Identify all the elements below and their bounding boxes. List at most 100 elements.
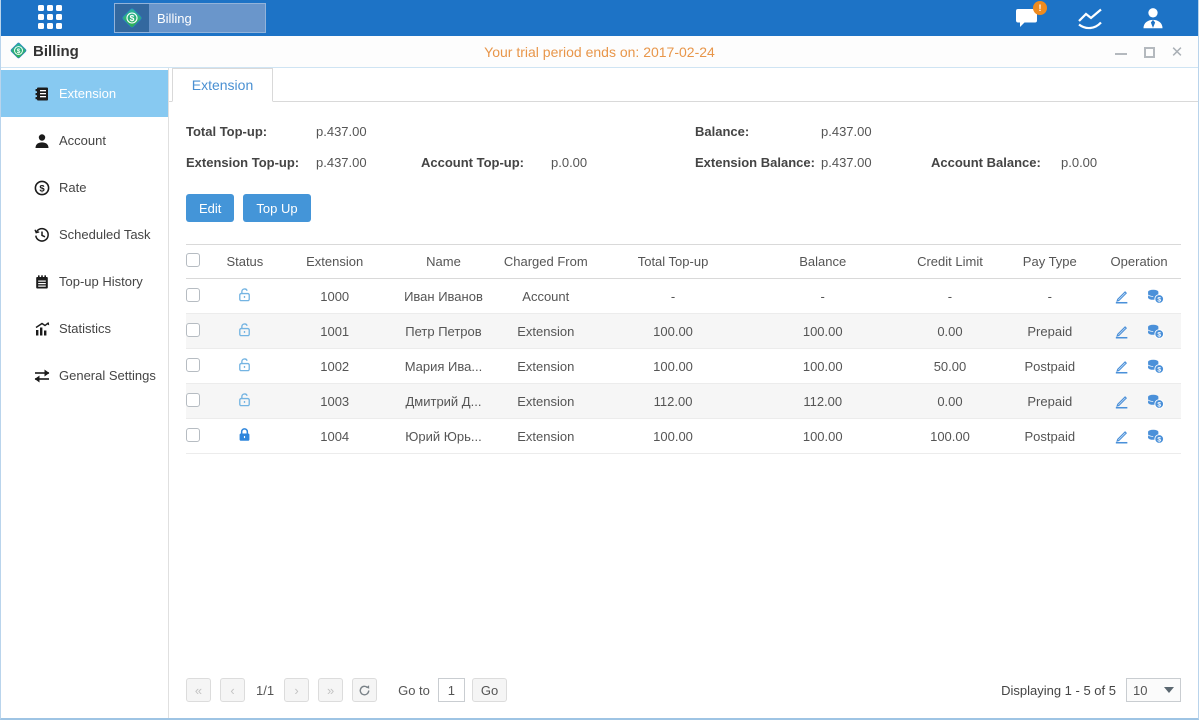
sidebar-item-label: Statistics bbox=[59, 321, 111, 336]
main-content: Extension Total Top-up: p.437.00 Balance… bbox=[169, 68, 1198, 718]
app-grid-icon[interactable] bbox=[38, 5, 64, 31]
pagination-bar: « ‹ 1/1 › » Go to Go Displaying 1 - 5 of… bbox=[169, 670, 1198, 718]
edit-pencil-icon[interactable] bbox=[1113, 323, 1130, 340]
extension-topup-value: p.437.00 bbox=[316, 155, 421, 170]
topup-coins-icon[interactable]: $ bbox=[1146, 357, 1165, 375]
resource-monitor-icon[interactable] bbox=[1075, 5, 1105, 31]
row-checkbox[interactable] bbox=[186, 428, 200, 442]
table-row: 1001 Петр Петров Extension 100.00 100.00… bbox=[186, 314, 1181, 349]
extension-topup-label: Extension Top-up: bbox=[186, 155, 316, 170]
taskbar: $ Billing ! bbox=[1, 0, 1198, 36]
cell-credit-limit: 100.00 bbox=[898, 429, 1003, 444]
sidebar-item-label: General Settings bbox=[59, 368, 156, 383]
refresh-icon[interactable] bbox=[352, 678, 377, 702]
topup-coins-icon[interactable]: $ bbox=[1146, 427, 1165, 445]
row-checkbox[interactable] bbox=[186, 323, 200, 337]
goto-page-input[interactable] bbox=[438, 678, 465, 702]
sidebar-item-scheduled-task[interactable]: Scheduled Task bbox=[1, 211, 168, 258]
select-all-checkbox[interactable] bbox=[186, 253, 200, 267]
edit-pencil-icon[interactable] bbox=[1113, 358, 1130, 375]
svg-text:$: $ bbox=[39, 183, 45, 194]
top-up-button[interactable]: Top Up bbox=[243, 194, 310, 222]
svg-text:$: $ bbox=[1157, 366, 1161, 373]
extension-balance-label: Extension Balance: bbox=[695, 155, 821, 170]
sidebar-item-account[interactable]: Account bbox=[1, 117, 168, 164]
cell-credit-limit: 0.00 bbox=[898, 394, 1003, 409]
cell-pay-type: Postpaid bbox=[1002, 359, 1097, 374]
col-header-name: Name bbox=[394, 254, 494, 269]
first-page-button[interactable]: « bbox=[186, 678, 211, 702]
billing-diamond-icon-small: $ bbox=[9, 41, 28, 63]
cell-credit-limit: 50.00 bbox=[898, 359, 1003, 374]
cell-charged-from: Account bbox=[493, 289, 598, 304]
page-size-select[interactable]: 10 bbox=[1126, 678, 1181, 702]
taskbar-tab-label: Billing bbox=[157, 11, 192, 26]
billing-window: $ Billing ! bbox=[0, 0, 1199, 720]
clock-icon bbox=[32, 227, 52, 243]
edit-button[interactable]: Edit bbox=[186, 194, 234, 222]
maximize-button[interactable] bbox=[1142, 45, 1156, 59]
topup-coins-icon[interactable]: $ bbox=[1146, 322, 1165, 340]
minimize-button[interactable] bbox=[1114, 45, 1128, 59]
table-row: 1000 Иван Иванов Account - - - - $ bbox=[186, 279, 1181, 314]
account-topup-value: p.0.00 bbox=[551, 155, 695, 170]
table-row: 1004 Юрий Юрь... Extension 100.00 100.00… bbox=[186, 419, 1181, 454]
close-button[interactable]: ✕ bbox=[1170, 45, 1184, 59]
account-balance-label: Account Balance: bbox=[931, 155, 1061, 170]
ledger-icon bbox=[32, 86, 52, 102]
sidebar-item-general-settings[interactable]: General Settings bbox=[1, 352, 168, 399]
unlock-icon bbox=[236, 321, 253, 341]
total-topup-value: p.437.00 bbox=[316, 124, 421, 139]
billing-diamond-icon: $ bbox=[115, 4, 149, 32]
dollar-circle-icon: $ bbox=[32, 180, 52, 196]
edit-pencil-icon[interactable] bbox=[1113, 393, 1130, 410]
sidebar-item-label: Rate bbox=[59, 180, 86, 195]
sidebar-item-topup-history[interactable]: Top-up History bbox=[1, 258, 168, 305]
cell-extension: 1003 bbox=[276, 394, 394, 409]
goto-label: Go to bbox=[398, 683, 430, 698]
col-header-total-topup: Total Top-up bbox=[598, 254, 748, 269]
cell-name: Иван Иванов bbox=[394, 289, 494, 304]
window-titlebar: $ Billing Your trial period ends on: 201… bbox=[1, 36, 1198, 68]
cell-balance: - bbox=[748, 289, 898, 304]
sidebar-item-extension[interactable]: Extension bbox=[1, 70, 168, 117]
cell-charged-from: Extension bbox=[493, 394, 598, 409]
cell-total-topup: 100.00 bbox=[598, 429, 748, 444]
person-icon bbox=[32, 133, 52, 149]
sidebar-item-rate[interactable]: $ Rate bbox=[1, 164, 168, 211]
row-checkbox[interactable] bbox=[186, 288, 200, 302]
cell-credit-limit: 0.00 bbox=[898, 324, 1003, 339]
go-button[interactable]: Go bbox=[472, 678, 507, 702]
prev-page-button[interactable]: ‹ bbox=[220, 678, 245, 702]
taskbar-tab-billing[interactable]: $ Billing bbox=[114, 3, 266, 33]
stats-icon bbox=[32, 321, 52, 337]
row-checkbox[interactable] bbox=[186, 358, 200, 372]
user-account-icon[interactable] bbox=[1138, 5, 1168, 31]
cell-name: Юрий Юрь... bbox=[394, 429, 494, 444]
cell-credit-limit: - bbox=[898, 289, 1003, 304]
notifications-icon[interactable]: ! bbox=[1012, 5, 1042, 31]
tab-extension[interactable]: Extension bbox=[172, 68, 273, 102]
topup-coins-icon[interactable]: $ bbox=[1146, 287, 1165, 305]
unlock-icon bbox=[236, 356, 253, 376]
col-header-charged-from: Charged From bbox=[493, 254, 598, 269]
next-page-button[interactable]: › bbox=[284, 678, 309, 702]
svg-text:$: $ bbox=[130, 13, 135, 23]
cell-extension: 1002 bbox=[276, 359, 394, 374]
col-header-extension: Extension bbox=[276, 254, 394, 269]
cell-balance: 112.00 bbox=[748, 394, 898, 409]
sidebar-item-label: Extension bbox=[59, 86, 116, 101]
last-page-button[interactable]: » bbox=[318, 678, 343, 702]
col-header-credit-limit: Credit Limit bbox=[898, 254, 1003, 269]
cell-total-topup: 100.00 bbox=[598, 324, 748, 339]
row-checkbox[interactable] bbox=[186, 393, 200, 407]
svg-text:$: $ bbox=[17, 47, 21, 54]
sidebar: Extension Account $ Rate bbox=[1, 68, 169, 718]
edit-pencil-icon[interactable] bbox=[1113, 288, 1130, 305]
topup-coins-icon[interactable]: $ bbox=[1146, 392, 1165, 410]
edit-pencil-icon[interactable] bbox=[1113, 428, 1130, 445]
page-indicator: 1/1 bbox=[256, 683, 274, 698]
cell-pay-type: - bbox=[1002, 289, 1097, 304]
extension-balance-value: p.437.00 bbox=[821, 155, 931, 170]
sidebar-item-statistics[interactable]: Statistics bbox=[1, 305, 168, 352]
